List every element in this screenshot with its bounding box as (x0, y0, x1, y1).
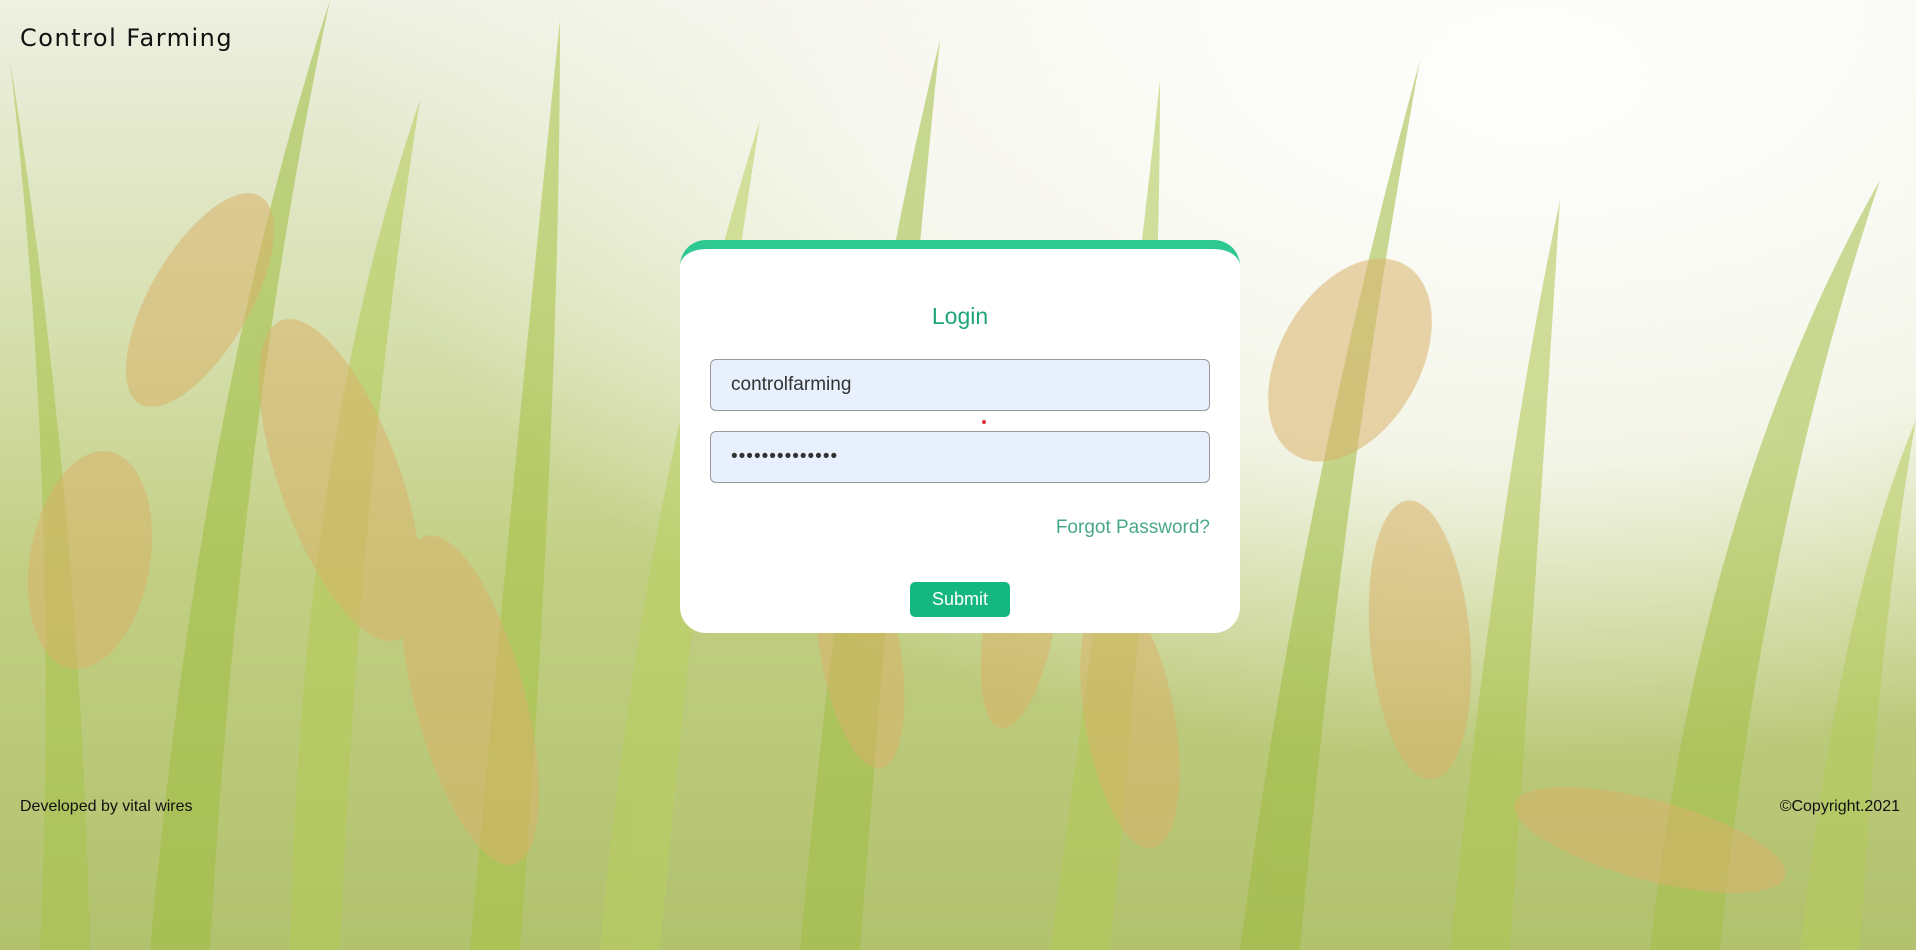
brand-title: Control Farming (20, 24, 234, 52)
login-page: Control Farming Login Forgot Password? S… (0, 0, 1916, 950)
forgot-password-link[interactable]: Forgot Password? (1056, 517, 1210, 539)
password-field[interactable] (710, 431, 1210, 483)
username-field[interactable] (710, 359, 1210, 411)
cursor-dot (982, 420, 986, 424)
copyright-text: ©Copyright.2021 (1779, 798, 1900, 815)
developer-credit: Developed by vital wires (20, 798, 193, 815)
login-title: Login (931, 303, 989, 329)
login-card: Login Forgot Password? Submit (680, 240, 1240, 633)
submit-button[interactable]: Submit (910, 582, 1010, 617)
